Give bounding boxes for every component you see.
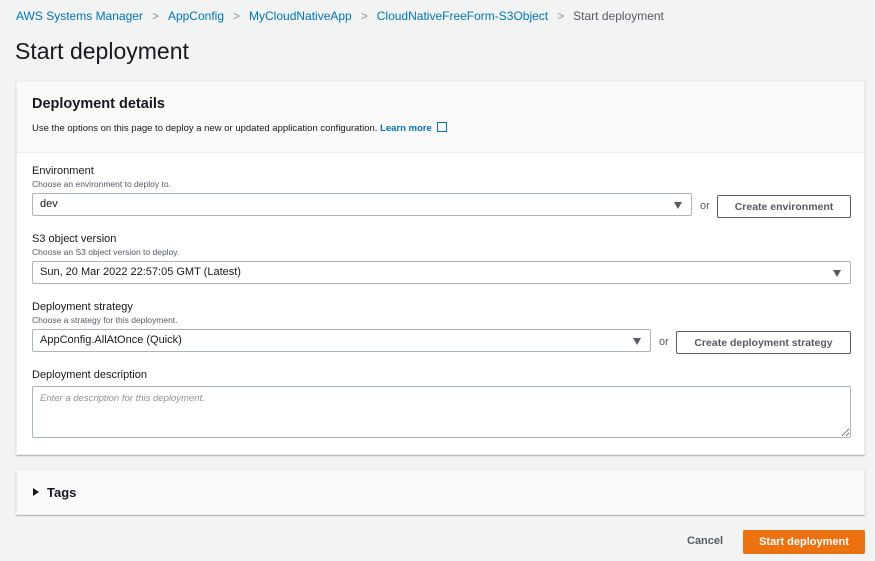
environment-description: Choose an environment to deploy to. [32, 179, 171, 189]
s3-version-select[interactable]: Sun, 20 Mar 2022 22:57:05 GMT (Latest) [32, 261, 851, 284]
panel-header: Deployment details Use the options on th… [17, 82, 864, 153]
create-environment-button[interactable]: Create environment [717, 195, 851, 218]
chevron-right-icon: > [360, 9, 368, 23]
chevron-right-icon: > [557, 9, 565, 23]
breadcrumb-current: Start deployment [573, 9, 664, 23]
create-deployment-strategy-button[interactable]: Create deployment strategy [676, 331, 851, 354]
description-text: Use the options on this page to deploy a… [32, 123, 378, 134]
external-link-icon [436, 122, 447, 132]
tags-label: Tags [47, 484, 77, 500]
caret-down-icon [633, 338, 641, 345]
panel-title: Deployment details [32, 96, 165, 112]
or-text: or [659, 336, 669, 348]
description-textarea[interactable] [32, 386, 851, 438]
tags-section-toggle[interactable]: Tags [16, 469, 865, 515]
description-label: Deployment description [32, 369, 147, 381]
chevron-right-icon: > [233, 9, 241, 23]
learn-more-label: Learn more [380, 123, 432, 134]
learn-more-link[interactable]: Learn more [380, 122, 447, 134]
environment-field: Environment Choose an environment to dep… [32, 165, 851, 218]
strategy-field: Deployment strategy Choose a strategy fo… [32, 301, 851, 354]
breadcrumb-profile[interactable]: CloudNativeFreeForm-S3Object [377, 9, 548, 23]
strategy-value: AppConfig.AllAtOnce (Quick) [40, 334, 182, 346]
panel-description: Use the options on this page to deploy a… [32, 122, 849, 134]
s3-version-label: S3 object version [32, 233, 117, 245]
environment-select[interactable]: dev [32, 193, 692, 216]
environment-label: Environment [32, 165, 94, 177]
breadcrumb-application[interactable]: MyCloudNativeApp [249, 9, 352, 23]
breadcrumb-systems-manager[interactable]: AWS Systems Manager [16, 9, 143, 23]
strategy-label: Deployment strategy [32, 301, 133, 313]
environment-value: dev [40, 198, 58, 210]
deployment-details-panel: Deployment details Use the options on th… [16, 81, 865, 455]
start-deployment-button[interactable]: Start deployment [743, 530, 865, 554]
s3-version-field: S3 object version Choose an S3 object ve… [32, 233, 851, 284]
breadcrumb: AWS Systems Manager > AppConfig > MyCloudN… [16, 9, 664, 23]
strategy-description: Choose a strategy for this deployment. [32, 315, 178, 325]
strategy-select[interactable]: AppConfig.AllAtOnce (Quick) [32, 329, 651, 352]
description-field: Deployment description [32, 369, 851, 443]
page-title: Start deployment [15, 38, 189, 64]
caret-right-icon [33, 488, 39, 496]
or-text: or [700, 200, 710, 212]
caret-down-icon [833, 270, 841, 277]
s3-version-value: Sun, 20 Mar 2022 22:57:05 GMT (Latest) [40, 266, 241, 278]
breadcrumb-appconfig[interactable]: AppConfig [168, 9, 224, 23]
chevron-right-icon: > [151, 9, 159, 23]
cancel-button[interactable]: Cancel [687, 535, 723, 547]
s3-version-description: Choose an S3 object version to deploy. [32, 247, 180, 257]
caret-down-icon [674, 202, 682, 209]
